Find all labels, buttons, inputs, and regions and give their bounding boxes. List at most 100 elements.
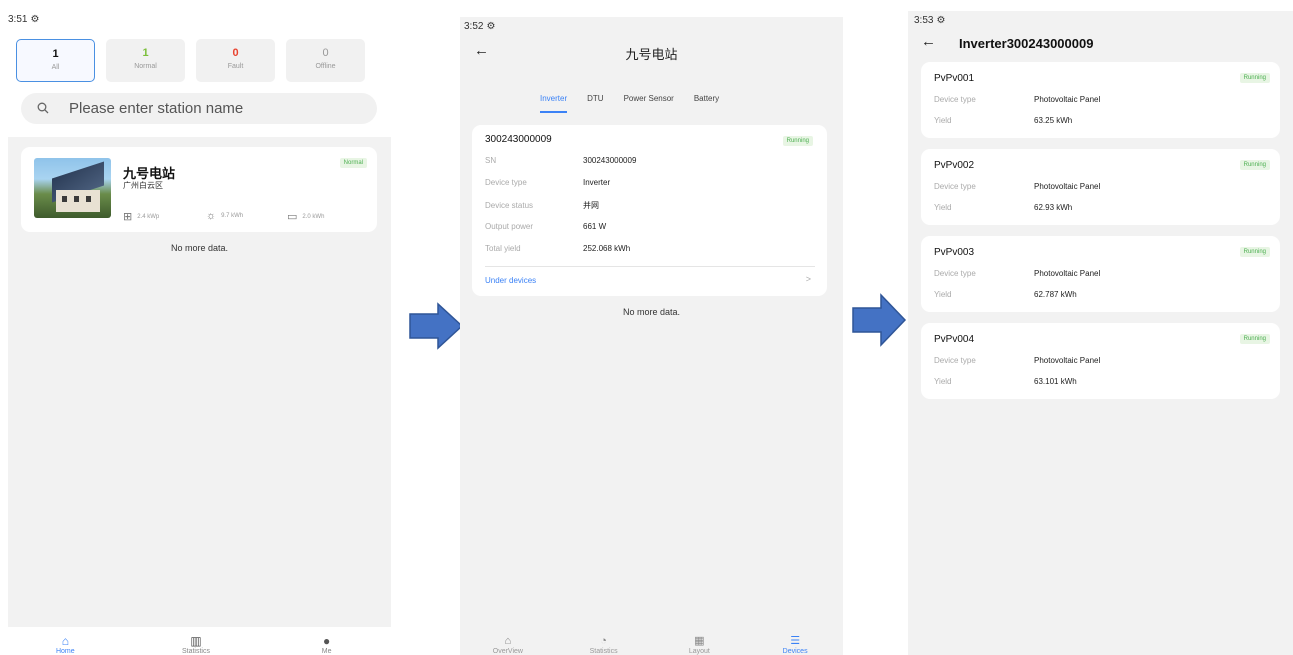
filter-label: Normal <box>134 63 157 70</box>
search-placeholder: Please enter station name <box>69 100 244 117</box>
empty-state: No more data. <box>622 307 681 317</box>
flow-arrow-icon <box>409 302 464 350</box>
device-card[interactable]: PvPv001 Running Device type Photovoltaic … <box>921 62 1280 138</box>
row-value: Photovoltaic Panel <box>1034 182 1101 191</box>
filter-count: 1 <box>52 48 59 60</box>
detail-row: Device type Photovoltaic Panel <box>934 95 1100 104</box>
detail-row: Device type Photovoltaic Panel <box>934 269 1100 278</box>
detail-row: SN 300243000009 <box>485 156 805 165</box>
tab-label: Statistics <box>589 648 618 655</box>
battery-value: 2.0 kWh <box>302 213 325 220</box>
status-badge: Running <box>782 136 813 146</box>
tab-inverter[interactable]: Inverter <box>540 94 568 113</box>
station-status-filter: 1 All 1 Normal 0 Fault 0 Offline <box>16 39 365 82</box>
row-value: 252.068 kWh <box>583 244 631 253</box>
tab-devices[interactable]: ☰ Devices <box>760 635 830 655</box>
bottom-tab-bar: ⌂ OverView ◔ Statistics ▦ Layout ☰ Devices <box>460 631 843 655</box>
sun-icon: ☼ <box>206 210 217 222</box>
solar-panel-icon: ⊞ <box>123 211 133 223</box>
row-label: Yield <box>934 290 952 299</box>
tab-overview[interactable]: ⌂ OverView <box>473 635 543 655</box>
status-bar: 3:52 ⚙ <box>464 21 495 32</box>
filter-normal[interactable]: 1 Normal <box>106 39 185 82</box>
tab-home[interactable]: ⌂ Home <box>35 634 95 655</box>
settings-status-icon: ⚙ <box>936 15 946 26</box>
energy-metric: ☼ 9.7 kWh <box>206 210 243 222</box>
tab-power-sensor[interactable]: Power Sensor <box>624 94 674 113</box>
station-list: 九号电站 广州白云区 Normal ⊞ 2.4 kWp ☼ 9.7 kWh ▭ 2.0… <box>8 137 391 627</box>
row-label: Output power <box>485 222 534 231</box>
battery-icon: ▭ <box>287 211 298 223</box>
row-value: 并网 <box>583 201 599 210</box>
page-title: 九号电站 <box>625 47 678 62</box>
tab-label: Statistics <box>181 648 210 655</box>
chevron-right-icon[interactable]: > <box>806 274 811 284</box>
detail-row: Device status 并网 <box>485 200 805 211</box>
detail-row: Device type Inverter <box>485 178 805 187</box>
inverter-card[interactable]: 300243000009 Running SN 300243000009 Devi… <box>472 125 827 296</box>
tab-label: Home <box>55 648 75 655</box>
search-icon <box>37 101 49 117</box>
back-arrow-icon[interactable]: ← <box>921 33 936 50</box>
user-icon: ● <box>323 634 331 648</box>
detail-row: Yield 62.787 kWh <box>934 290 1077 299</box>
status-time: 3:51 <box>8 14 28 25</box>
tab-label: Layout <box>688 648 710 655</box>
devices-icon: ☰ <box>790 635 801 647</box>
filter-all[interactable]: 1 All <box>16 39 95 82</box>
row-value: Photovoltaic Panel <box>1034 356 1101 365</box>
row-value: Photovoltaic Panel <box>1034 269 1101 278</box>
device-card[interactable]: PvPv003 Running Device type Photovoltaic … <box>921 236 1280 312</box>
grid-icon: ▦ <box>694 635 705 647</box>
row-label: Device type <box>934 269 976 278</box>
row-value: 63.101 kWh <box>1034 377 1077 386</box>
filter-fault[interactable]: 0 Fault <box>196 39 275 82</box>
tab-statistics[interactable]: ◔ Statistics <box>569 635 639 655</box>
row-value: Inverter <box>583 178 611 187</box>
pie-chart-icon: ◔ <box>600 635 607 647</box>
settings-status-icon: ⚙ <box>486 21 496 32</box>
tab-label: Me <box>321 648 332 655</box>
settings-status-icon: ⚙ <box>30 14 40 25</box>
row-label: Total yield <box>485 244 521 253</box>
tab-label: Devices <box>782 648 808 655</box>
detail-row: Yield 63.101 kWh <box>934 377 1077 386</box>
capacity-value: 2.4 kWp <box>137 213 160 220</box>
tab-statistics[interactable]: ▥ Statistics <box>166 634 226 655</box>
tab-dtu[interactable]: DTU <box>587 94 603 113</box>
tab-layout[interactable]: ▦ Layout <box>664 635 734 655</box>
status-badge: Running <box>1239 334 1270 344</box>
device-card[interactable]: PvPv004 Running Device type Photovoltaic … <box>921 323 1280 399</box>
station-image <box>34 158 111 218</box>
detail-row: Yield 63.25 kWh <box>934 116 1072 125</box>
status-badge: Normal <box>339 158 367 168</box>
filter-label: Fault <box>227 63 244 70</box>
status-badge: Running <box>1239 160 1270 170</box>
capacity-metric: ⊞ 2.4 kWp <box>123 210 159 223</box>
bottom-tab-bar: ⌂ Home ▥ Statistics ● Me <box>0 627 392 655</box>
screen-station-detail: 3:52 ⚙ ← 九号电站 Inverter DTU Power Sensor B… <box>460 17 843 655</box>
row-value: 661 W <box>583 222 607 231</box>
device-name: PvPv004 <box>934 334 975 345</box>
tab-battery[interactable]: Battery <box>694 94 719 113</box>
home-outline-icon: ⌂ <box>504 635 512 647</box>
row-label: Device type <box>934 356 976 365</box>
row-label: Yield <box>934 116 952 125</box>
device-name: PvPv001 <box>934 73 975 84</box>
detail-row: Device type Photovoltaic Panel <box>934 356 1100 365</box>
station-card[interactable]: 九号电站 广州白云区 Normal ⊞ 2.4 kWp ☼ 9.7 kWh ▭ 2.0… <box>21 147 377 232</box>
row-value: 62.93 kWh <box>1034 203 1073 212</box>
filter-offline[interactable]: 0 Offline <box>286 39 365 82</box>
search-input[interactable]: Please enter station name <box>21 93 377 124</box>
header: ← Inverter300243000009 <box>908 33 1293 54</box>
inverter-title: 300243000009 <box>485 134 552 145</box>
device-card[interactable]: PvPv002 Running Device type Photovoltaic … <box>921 149 1280 225</box>
under-devices-link[interactable]: Under devices <box>485 276 536 285</box>
filter-label: Offline <box>315 63 336 70</box>
detail-row: Yield 62.93 kWh <box>934 203 1072 212</box>
status-bar: 3:53 ⚙ <box>914 15 945 26</box>
tab-me[interactable]: ● Me <box>297 634 357 655</box>
status-time: 3:52 <box>464 21 484 32</box>
device-type-tabs: Inverter DTU Power Sensor Battery <box>540 94 719 113</box>
filter-count: 1 <box>142 47 149 59</box>
